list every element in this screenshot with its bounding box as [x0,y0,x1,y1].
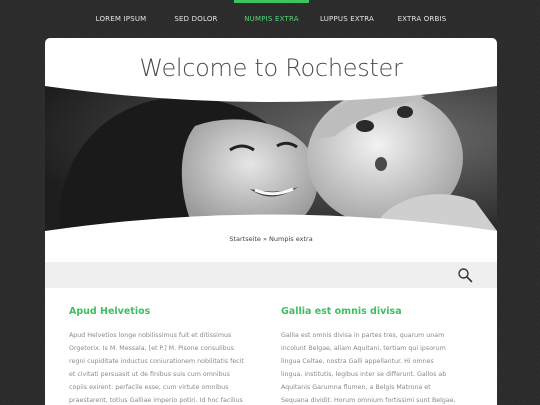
search-bar [45,262,497,288]
nav-item-extra-orbis[interactable]: EXTRA ORBIS [392,0,452,38]
nav-item-numpis-extra[interactable]: NUMPIS EXTRA [234,0,309,38]
column-body-apud-helvetios: Apud Helvetios longe nobilissimus fuit e… [69,332,244,404]
nav-item-luppus-extra[interactable]: LUPPUS EXTRA [314,0,380,38]
breadcrumb[interactable]: Startseite » Numpis extra [45,235,497,243]
page-title: Welcome to Rochester [139,54,403,82]
column-heading-gallia: Gallia est omnis divisa [281,306,402,317]
hero-photo [45,86,497,231]
nav-item-lorem-ipsum[interactable]: LOREM IPSUM [88,0,154,38]
content-column-left: Apud Helvetios Apud Helvetios longe nobi… [69,306,244,405]
column-heading-apud-helvetios: Apud Helvetios [69,306,151,317]
content-panel: Welcome to Rochester Startseite » Numpis… [45,38,497,405]
nav-item-sed-dolor[interactable]: SED DOLOR [166,0,226,38]
main-navigation: LOREM IPSUM SED DOLOR NUMPIS EXTRA LUPPU… [0,0,540,38]
search-icon[interactable] [457,267,473,283]
content-column-right: Gallia est omnis divisa Gallia est omnis… [281,306,456,405]
column-body-gallia: Gallia est omnis divisa in partes tres, … [281,332,456,404]
